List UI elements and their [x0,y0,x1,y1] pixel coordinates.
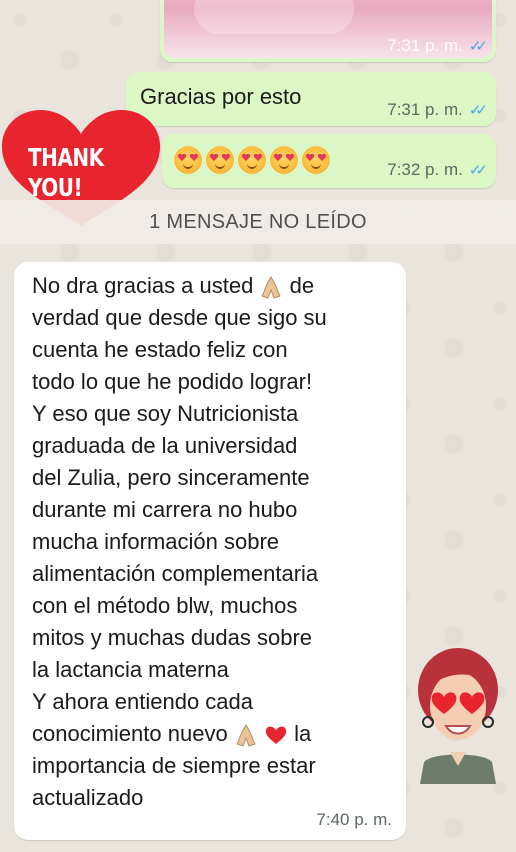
message-meta: 7:31 p. m. ✓✓ [387,100,488,120]
message-line: graduada de la universidad [32,433,298,458]
message-meta: 7:31 p. m. ✓✓ [387,36,488,56]
message-line: No dra gracias a usted de [32,270,392,302]
message-meta: 7:32 p. m. ✓✓ [387,160,488,180]
message-line: alimentación complementaria [32,561,319,586]
unread-messages-divider: 1 MENSAJE NO LEÍDO [0,200,516,244]
read-ticks-icon: ✓✓ [468,102,488,119]
message-line: mitos y muchas dudas sobre [32,625,313,650]
message-line: conocimiento nuevo la [32,718,392,750]
smiling-face-with-hearts-emoji [270,146,298,174]
image-message-bubble[interactable]: 7:31 p. m. ✓✓ [160,0,496,62]
outgoing-emoji-message-bubble[interactable]: 7:32 p. m. ✓✓ [162,134,496,188]
message-text: Gracias por esto [140,84,302,109]
message-line: todo lo que he podido lograr! [32,369,313,394]
folded-hands-emoji [259,274,283,300]
message-time: 7:31 p. m. [387,100,463,119]
message-time: 7:31 p. m. [387,36,463,55]
smiling-face-with-hearts-emoji [302,146,330,174]
message-line: importancia de siempre estar [32,753,316,778]
incoming-message-bubble[interactable]: No dra gracias a usted de verdad que des… [14,262,406,840]
message-line: durante mi carrera no hubo [32,497,298,522]
message-line: cuenta he estado feliz con [32,337,288,362]
message-line: Y eso que soy Nutricionista [32,401,299,426]
message-line: mucha información sobre [32,529,280,554]
smiling-face-with-hearts-emoji [238,146,266,174]
read-ticks-icon: ✓✓ [468,38,488,55]
message-line: verdad que desde que sigo su [32,305,327,330]
outgoing-message-bubble[interactable]: Gracias por esto 7:31 p. m. ✓✓ [126,72,496,126]
sticker-text: THANK YOU! [28,142,104,202]
read-ticks-icon: ✓✓ [468,162,488,179]
message-time: 7:32 p. m. [387,160,463,179]
message-line: con el método blw, muchos [32,593,298,618]
avatar-icon [418,648,498,784]
message-line: la lactancia materna [32,657,229,682]
avatar-heart-eyes-sticker[interactable] [410,644,506,784]
red-heart-emoji [264,722,288,748]
message-line: del Zulia, pero sinceramente [32,465,310,490]
message-meta: 7:40 p. m. [316,810,392,830]
emoji-row [174,146,330,174]
message-line: Y ahora entiendo cada [32,689,253,714]
unread-label: 1 MENSAJE NO LEÍDO [149,210,367,233]
message-time: 7:40 p. m. [316,810,392,829]
message-body: No dra gracias a usted de verdad que des… [32,270,392,814]
smiling-face-with-hearts-emoji [206,146,234,174]
folded-hands-emoji [234,722,258,748]
smiling-face-with-hearts-emoji [174,146,202,174]
